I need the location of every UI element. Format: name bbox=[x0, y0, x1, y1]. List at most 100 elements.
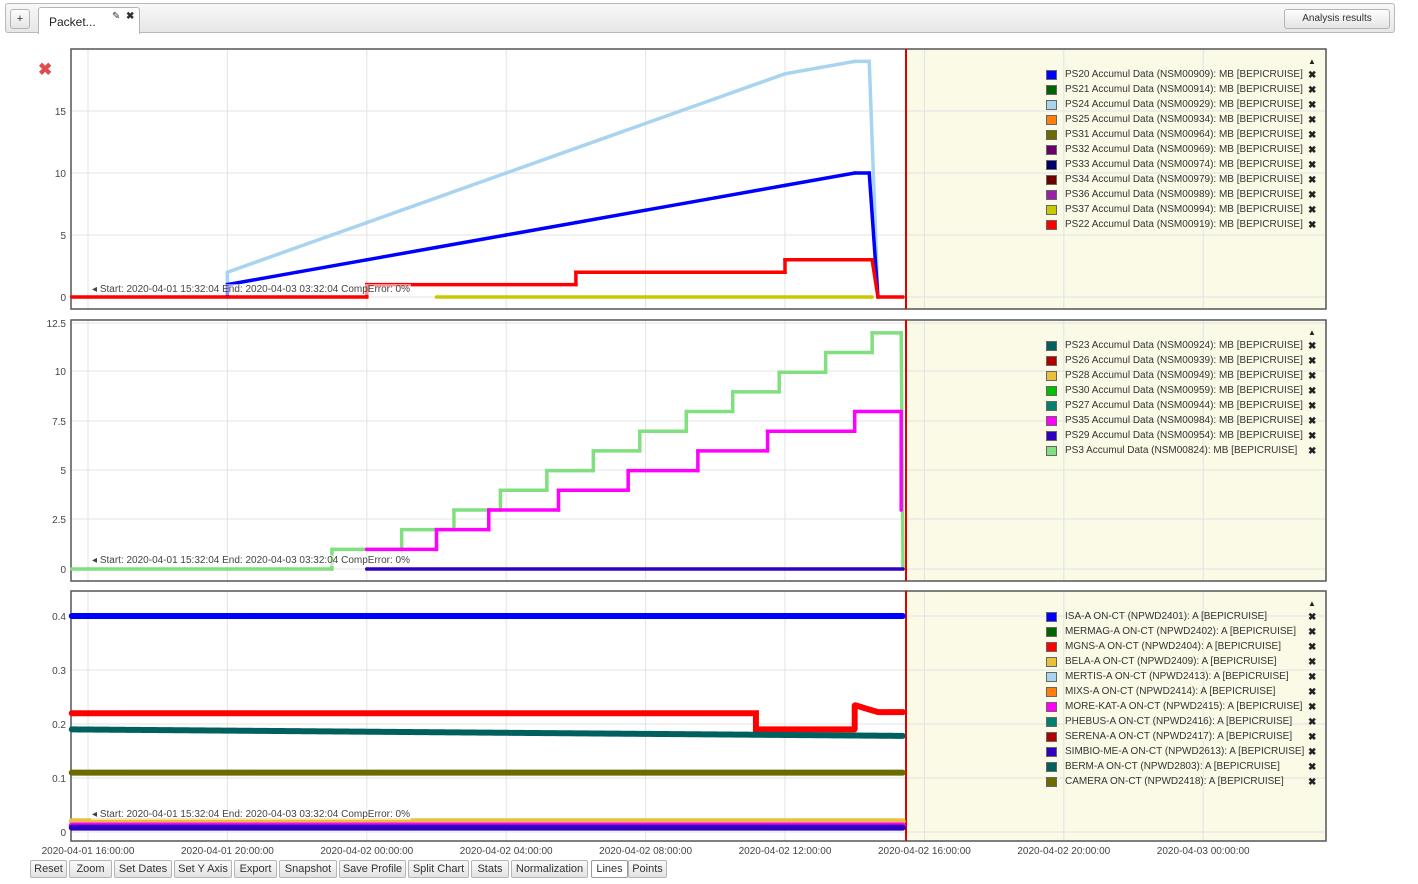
data-point bbox=[556, 508, 561, 512]
data-point bbox=[330, 547, 334, 552]
remove-series-icon[interactable]: ✖ bbox=[1308, 416, 1316, 427]
data-point bbox=[783, 270, 787, 275]
legend-swatch bbox=[1046, 401, 1057, 411]
remove-series-icon[interactable]: ✖ bbox=[1308, 356, 1316, 367]
remove-series-icon[interactable]: ✖ bbox=[1308, 386, 1316, 397]
remove-series-icon[interactable]: ✖ bbox=[1308, 130, 1316, 141]
data-point bbox=[783, 258, 787, 262]
data-point bbox=[69, 567, 74, 571]
remove-series-icon[interactable]: ✖ bbox=[1308, 145, 1316, 156]
x-tick-label: 2020-04-01 20:00:00 bbox=[180, 846, 274, 857]
remove-series-icon[interactable]: ✖ bbox=[1308, 672, 1316, 683]
data-point bbox=[777, 370, 781, 375]
legend-swatch bbox=[1046, 747, 1057, 757]
legend-swatch bbox=[1046, 416, 1057, 426]
remove-series-icon[interactable]: ✖ bbox=[1308, 431, 1316, 442]
remove-series-icon[interactable]: ✖ bbox=[1308, 762, 1316, 773]
remove-series-icon[interactable]: ✖ bbox=[1308, 401, 1316, 412]
legend-swatch bbox=[1046, 762, 1057, 772]
play-icon: ◂ bbox=[92, 284, 100, 295]
remove-series-icon[interactable]: ✖ bbox=[1308, 642, 1316, 653]
stats-button[interactable]: Stats bbox=[471, 860, 509, 878]
data-point bbox=[696, 468, 700, 473]
reset-button[interactable]: Reset bbox=[30, 860, 67, 878]
remove-series-icon[interactable]: ✖ bbox=[1308, 115, 1316, 126]
y-tick-label: 2.5 bbox=[52, 515, 66, 526]
remove-series-icon[interactable]: ✖ bbox=[1308, 205, 1316, 216]
remove-series-icon[interactable]: ✖ bbox=[1308, 777, 1316, 788]
legend-swatch bbox=[1046, 341, 1057, 351]
data-point bbox=[748, 84, 752, 88]
x-tick-label: 2020-04-01 16:00:00 bbox=[41, 846, 135, 857]
remove-series-icon[interactable]: ✖ bbox=[1308, 747, 1316, 758]
legend-collapse-icon[interactable]: ▲ bbox=[1308, 57, 1316, 66]
remove-series-icon[interactable]: ✖ bbox=[1308, 220, 1316, 231]
legend-label: PS29 Accumul Data (NSM00954): MB [BEPICR… bbox=[1065, 430, 1303, 441]
remove-series-icon[interactable]: ✖ bbox=[1308, 341, 1316, 352]
legend-label: PS23 Accumul Data (NSM00924): MB [BEPICR… bbox=[1065, 340, 1303, 351]
split-chart-button[interactable]: Split Chart bbox=[408, 860, 469, 878]
data-point bbox=[684, 429, 689, 434]
legend-collapse-icon[interactable]: ▲ bbox=[1308, 599, 1316, 608]
series-1 bbox=[225, 59, 880, 299]
snapshot-button[interactable]: Snapshot bbox=[279, 860, 337, 878]
y-tick-label: 0.4 bbox=[52, 612, 66, 623]
data-point bbox=[556, 488, 561, 493]
data-point bbox=[777, 390, 781, 394]
data-point bbox=[574, 282, 578, 287]
data-point bbox=[504, 171, 509, 175]
data-point bbox=[545, 488, 549, 493]
data-point bbox=[365, 567, 369, 571]
legend-swatch bbox=[1046, 672, 1057, 682]
remove-series-icon[interactable]: ✖ bbox=[1308, 612, 1316, 623]
data-point bbox=[870, 331, 874, 335]
data-point bbox=[434, 547, 439, 552]
legend-label: SERENA-A ON-CT (NPWD2417): A [BEPICRUISE… bbox=[1065, 731, 1293, 742]
legend-label: PS32 Accumul Data (NSM00969): MB [BEPICR… bbox=[1065, 144, 1303, 155]
data-point bbox=[637, 429, 642, 434]
remove-series-icon[interactable]: ✖ bbox=[1308, 371, 1316, 382]
data-point bbox=[399, 208, 404, 212]
remove-series-icon[interactable]: ✖ bbox=[1308, 627, 1316, 638]
remove-series-icon[interactable]: ✖ bbox=[1308, 446, 1316, 457]
normalization-button[interactable]: Normalization bbox=[511, 860, 588, 878]
remove-series-icon[interactable]: ✖ bbox=[1308, 687, 1316, 698]
remove-series-icon[interactable]: ✖ bbox=[1308, 657, 1316, 668]
set-dates-button[interactable]: Set Dates bbox=[114, 860, 172, 878]
data-point bbox=[539, 158, 543, 163]
remove-series-icon[interactable]: ✖ bbox=[1308, 702, 1316, 713]
export-button[interactable]: Export bbox=[234, 860, 277, 878]
x-tick-label: 2020-04-02 12:00:00 bbox=[738, 846, 832, 857]
remove-series-icon[interactable]: ✖ bbox=[1308, 100, 1316, 111]
y-tick-label: 10 bbox=[55, 169, 67, 180]
zoom-button[interactable]: Zoom bbox=[69, 860, 112, 878]
y-tick-label: 0 bbox=[60, 828, 66, 839]
y-tick-label: 0.1 bbox=[52, 774, 66, 785]
set-y-axis-button[interactable]: Set Y Axis bbox=[174, 860, 232, 878]
legend-swatch bbox=[1046, 657, 1057, 667]
y-tick-label: 15 bbox=[55, 107, 67, 118]
remove-series-icon[interactable]: ✖ bbox=[1308, 85, 1316, 96]
remove-series-icon[interactable]: ✖ bbox=[1308, 175, 1316, 186]
legend-swatch bbox=[1046, 160, 1057, 170]
remove-series-icon[interactable]: ✖ bbox=[1308, 160, 1316, 171]
legend-label: MORE-KAT-A ON-CT (NPWD2415): A [BEPICRUI… bbox=[1065, 701, 1303, 712]
data-point bbox=[225, 270, 230, 275]
data-point bbox=[295, 245, 299, 250]
legend-collapse-icon[interactable]: ▲ bbox=[1308, 328, 1316, 337]
remove-series-icon[interactable]: ✖ bbox=[1308, 70, 1316, 81]
data-point bbox=[823, 350, 828, 355]
data-point bbox=[684, 409, 689, 414]
legend-swatch bbox=[1046, 205, 1057, 215]
lines-button[interactable]: Lines bbox=[591, 860, 628, 878]
y-tick-label: 0 bbox=[60, 565, 66, 576]
data-point bbox=[765, 449, 770, 453]
series-line bbox=[225, 59, 880, 298]
points-button[interactable]: Points bbox=[628, 860, 667, 878]
remove-series-icon[interactable]: ✖ bbox=[1308, 717, 1316, 728]
save-profile-button[interactable]: Save Profile bbox=[339, 860, 406, 878]
y-tick-label: 0 bbox=[60, 293, 66, 304]
remove-series-icon[interactable]: ✖ bbox=[1308, 732, 1316, 743]
remove-series-icon[interactable]: ✖ bbox=[1308, 190, 1316, 201]
data-point bbox=[365, 547, 369, 552]
